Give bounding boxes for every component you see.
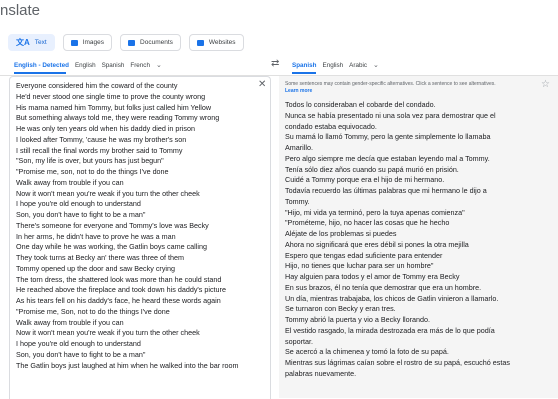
target-line: Mientras sus lágrimas caían sobre el ros… — [285, 358, 510, 367]
tab-websites-label: Websites — [208, 39, 236, 46]
target-line: Aléjate de los problemas si puedes — [285, 229, 397, 238]
target-lang-active-indicator — [292, 72, 316, 74]
source-line[interactable]: I hope you're old enough to understand — [16, 339, 239, 350]
app-title: nslate — [0, 2, 41, 19]
source-line[interactable]: But something always told me, they were … — [16, 113, 239, 124]
target-lang-spanish[interactable]: Spanish — [292, 62, 317, 69]
source-line[interactable]: Walk away from trouble if you can — [16, 178, 239, 189]
tab-websites[interactable]: Websites — [188, 34, 244, 51]
target-line: Espero que tengas edad suficiente para e… — [285, 250, 443, 260]
source-line[interactable]: Son, you don't have to fight to be a man… — [16, 210, 239, 221]
translate-icon: 文A — [16, 37, 30, 47]
source-line[interactable]: They took turns at Becky an' there was t… — [16, 253, 239, 264]
source-line[interactable]: Walk away from trouble if you can — [16, 318, 239, 329]
translation-panel: Some sentences may contain gender-specif… — [279, 76, 558, 398]
target-line: En sus brazos, él no tenía que demostrar… — [285, 282, 482, 292]
tab-images-label: Images — [82, 39, 105, 46]
source-lang-detected[interactable]: English - Detected — [14, 62, 69, 69]
target-line: Todos lo consideraban el cobarde del con… — [285, 100, 436, 109]
source-line[interactable]: I still recall the final words my brothe… — [16, 146, 239, 157]
target-line: "Prométeme, hijo, no hacer las cosas que… — [285, 218, 450, 228]
source-line[interactable]: "Promise me, son, not to do the things I… — [16, 167, 239, 178]
target-line: Cuidé a Tommy porque era el hijo de mi h… — [285, 175, 445, 185]
target-line: Se acercó a la chimenea y tomó la foto d… — [285, 347, 449, 357]
learn-more-link[interactable]: Learn more — [285, 88, 535, 95]
target-line: Su mamá lo llamó Tommy, pero la gente si… — [285, 132, 491, 142]
target-line: "Hijo, mi vida ya terminó, pero la tuya … — [285, 207, 465, 217]
source-line[interactable]: In her arms, he didn't have to prove he … — [16, 232, 239, 243]
target-line: El vestido rasgado, la mirada destrozada… — [285, 325, 495, 335]
target-line: Ahora no significará que eres débil si p… — [285, 239, 469, 249]
source-lang-english[interactable]: English — [75, 62, 96, 69]
gender-notice-text: Some sentences may contain gender-specif… — [285, 81, 496, 87]
source-line[interactable]: "Son, my life is over, but yours has jus… — [16, 156, 239, 167]
star-icon[interactable]: ☆ — [541, 80, 550, 90]
target-line: Tenía sólo diez años cuando su papá muri… — [285, 164, 459, 174]
source-line[interactable]: The Gatlin boys just laughed at him when… — [16, 361, 239, 372]
swap-languages-icon[interactable]: ⇄ — [271, 58, 279, 69]
source-line[interactable]: Son, you don't have to fight to be a man… — [16, 350, 239, 361]
source-line[interactable]: His mama named him Tommy, but folks just… — [16, 103, 239, 114]
source-line[interactable]: I looked after Tommy, 'cause he was my b… — [16, 135, 239, 146]
source-line[interactable]: He was only ten years old when his daddy… — [16, 124, 239, 135]
source-line[interactable]: The torn dress, the shattered look was m… — [16, 275, 239, 286]
close-icon[interactable]: ✕ — [258, 80, 266, 90]
source-line[interactable]: He reached above the fireplace and took … — [16, 285, 239, 296]
source-lang-french[interactable]: French — [130, 62, 150, 69]
tab-documents[interactable]: Documents — [120, 34, 181, 51]
chevron-down-icon[interactable]: ⌄ — [373, 61, 379, 69]
mode-tabs: 文A Text Images Documents Websites — [8, 34, 244, 51]
target-line: Todavía recuerdo las últimas palabras qu… — [285, 186, 487, 195]
target-line: condado estaba equivocado. — [285, 121, 377, 131]
source-line[interactable]: As his tears fell on his daddy's face, h… — [16, 296, 239, 307]
website-icon — [196, 39, 204, 46]
source-line[interactable]: One day while he was working, the Gatlin… — [16, 242, 239, 253]
source-line[interactable]: "Promise me, Son, not to do the things I… — [16, 307, 239, 318]
target-line: Nunca se había presentado ni una sola ve… — [285, 110, 496, 120]
document-icon — [128, 39, 136, 46]
target-line: Pero algo siempre me decía que estaban l… — [285, 153, 490, 163]
source-line[interactable]: He'd never stood one single time to prov… — [16, 92, 239, 103]
source-line[interactable]: Everyone considered him the coward of th… — [16, 81, 239, 92]
target-line: Tommy. — [285, 196, 310, 206]
target-lang-arabic[interactable]: Arabic — [349, 62, 367, 69]
target-line: Amarillo. — [285, 143, 313, 152]
source-text[interactable]: Everyone considered him the coward of th… — [16, 81, 239, 371]
target-line: Se turnaron con Becky y eran tres. — [285, 304, 396, 314]
source-line[interactable]: There's someone for everyone and Tommy's… — [16, 221, 239, 232]
target-lang-english[interactable]: English — [323, 62, 344, 69]
translation-text: Todos lo consideraban el cobarde del con… — [285, 100, 553, 380]
gender-notice: Some sentences may contain gender-specif… — [285, 81, 535, 95]
image-icon — [70, 39, 78, 46]
tab-images[interactable]: Images — [62, 34, 113, 51]
tab-documents-label: Documents — [140, 39, 173, 46]
source-line[interactable]: I hope you're old enough to understand — [16, 199, 239, 210]
source-line[interactable]: Now it won't mean you're weak if you tur… — [16, 328, 239, 339]
target-line: soportar. — [285, 336, 313, 346]
target-line: Un día, mientras trabajaba, los chicos d… — [285, 293, 499, 303]
source-line[interactable]: Tommy opened up the door and saw Becky c… — [16, 264, 239, 275]
target-line: Hay alguien para todos y el amor de Tomm… — [285, 272, 460, 281]
source-lang-spanish[interactable]: Spanish — [102, 62, 125, 69]
source-lang-active-indicator — [14, 72, 66, 74]
tab-text-label: Text — [34, 39, 47, 46]
source-text-panel[interactable]: Everyone considered him the coward of th… — [9, 76, 271, 399]
target-line: Tommy abrió la puerta y vio a Becky llor… — [285, 315, 431, 324]
target-line: Hijo, no tienes que luchar para ser un h… — [285, 261, 434, 271]
source-line[interactable]: Now it won't mean you're weak if you tur… — [16, 189, 239, 200]
tab-text[interactable]: 文A Text — [8, 34, 55, 51]
chevron-down-icon[interactable]: ⌄ — [156, 61, 162, 69]
target-line: palabras nuevamente. — [285, 368, 357, 378]
